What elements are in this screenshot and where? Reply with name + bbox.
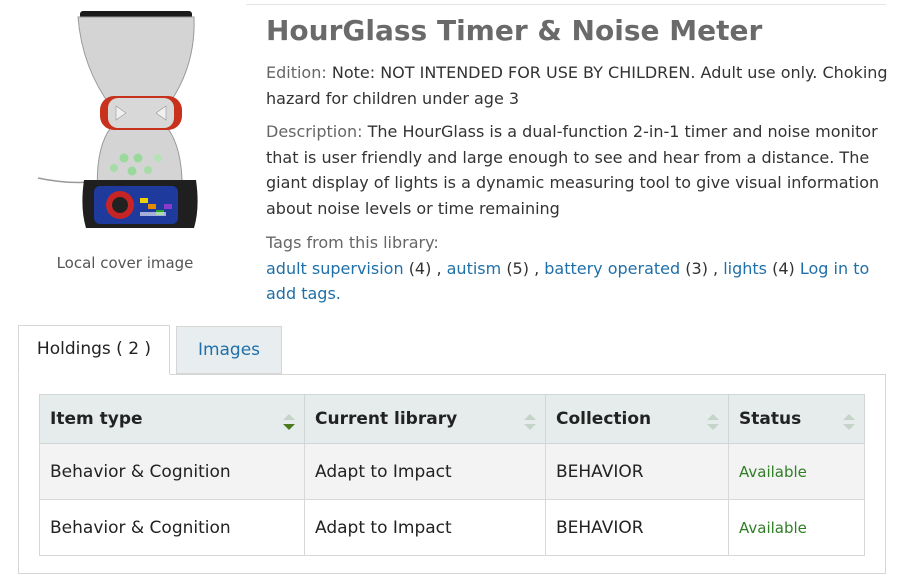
sort-icon	[524, 414, 536, 430]
edition-label: Edition:	[266, 63, 327, 82]
tag-link[interactable]: autism	[447, 259, 502, 278]
tag-count: (5)	[506, 258, 529, 278]
record-tabs: Holdings ( 2 ) Images	[18, 325, 886, 375]
sort-icon	[707, 414, 719, 430]
tags-row: Tags from this library: adult supervisio…	[266, 230, 888, 307]
cell-current-library: Adapt to Impact	[304, 443, 546, 500]
tag-separator: ,	[528, 258, 545, 278]
column-header-item-type[interactable]: Item type	[39, 394, 305, 444]
tab-holdings[interactable]: Holdings ( 2 )	[18, 325, 170, 375]
column-header-status[interactable]: Status	[728, 394, 865, 444]
tag-link[interactable]: adult supervision	[266, 259, 404, 278]
tab-images[interactable]: Images	[176, 326, 282, 374]
column-header-label: Status	[739, 409, 802, 429]
description-label: Description:	[266, 122, 363, 141]
cell-status: Available	[728, 499, 865, 556]
tag-separator: ,	[431, 258, 447, 278]
tags-label: Tags from this library:	[266, 233, 439, 252]
cover-image[interactable]	[36, 8, 216, 234]
tag-count: (3)	[685, 258, 708, 278]
cell-current-library: Adapt to Impact	[304, 499, 546, 556]
tag-count: (4)	[408, 258, 432, 278]
sort-icon	[843, 414, 855, 430]
column-header-label: Current library	[315, 409, 458, 429]
tag-link[interactable]: battery operated	[544, 259, 680, 278]
column-header-label: Collection	[556, 409, 652, 429]
title-divider	[246, 4, 886, 5]
description-row: Description: The HourGlass is a dual-fun…	[266, 119, 888, 221]
cell-item-type: Behavior & Cognition	[39, 499, 305, 556]
cover-image-block: Local cover image	[20, 0, 230, 290]
cell-item-type: Behavior & Cognition	[39, 443, 305, 500]
sort-descending-icon	[283, 414, 295, 430]
record-title: HourGlass Timer & Noise Meter	[266, 14, 763, 47]
table-row: Behavior & Cognition Adapt to Impact BEH…	[39, 499, 865, 556]
tag-separator: ,	[707, 258, 724, 278]
tag-count: (4)	[772, 258, 795, 278]
tags-list: adult supervision (4) , autism (5) , bat…	[266, 256, 888, 307]
edition-value: Note: NOT INTENDED FOR USE BY CHILDREN. …	[266, 63, 888, 108]
column-header-current-library[interactable]: Current library	[304, 394, 546, 444]
edition-row: Edition: Note: NOT INTENDED FOR USE BY C…	[266, 60, 888, 111]
cell-status: Available	[728, 443, 865, 500]
cell-collection: BEHAVIOR	[545, 443, 729, 500]
column-header-label: Item type	[50, 409, 143, 429]
holdings-table: Item type Current library Collection Sta…	[39, 394, 865, 556]
table-header-row: Item type Current library Collection Sta…	[39, 394, 865, 444]
cell-collection: BEHAVIOR	[545, 499, 729, 556]
cover-caption: Local cover image	[56, 254, 194, 272]
column-header-collection[interactable]: Collection	[545, 394, 729, 444]
tag-link[interactable]: lights	[723, 259, 767, 278]
table-row: Behavior & Cognition Adapt to Impact BEH…	[39, 443, 865, 500]
